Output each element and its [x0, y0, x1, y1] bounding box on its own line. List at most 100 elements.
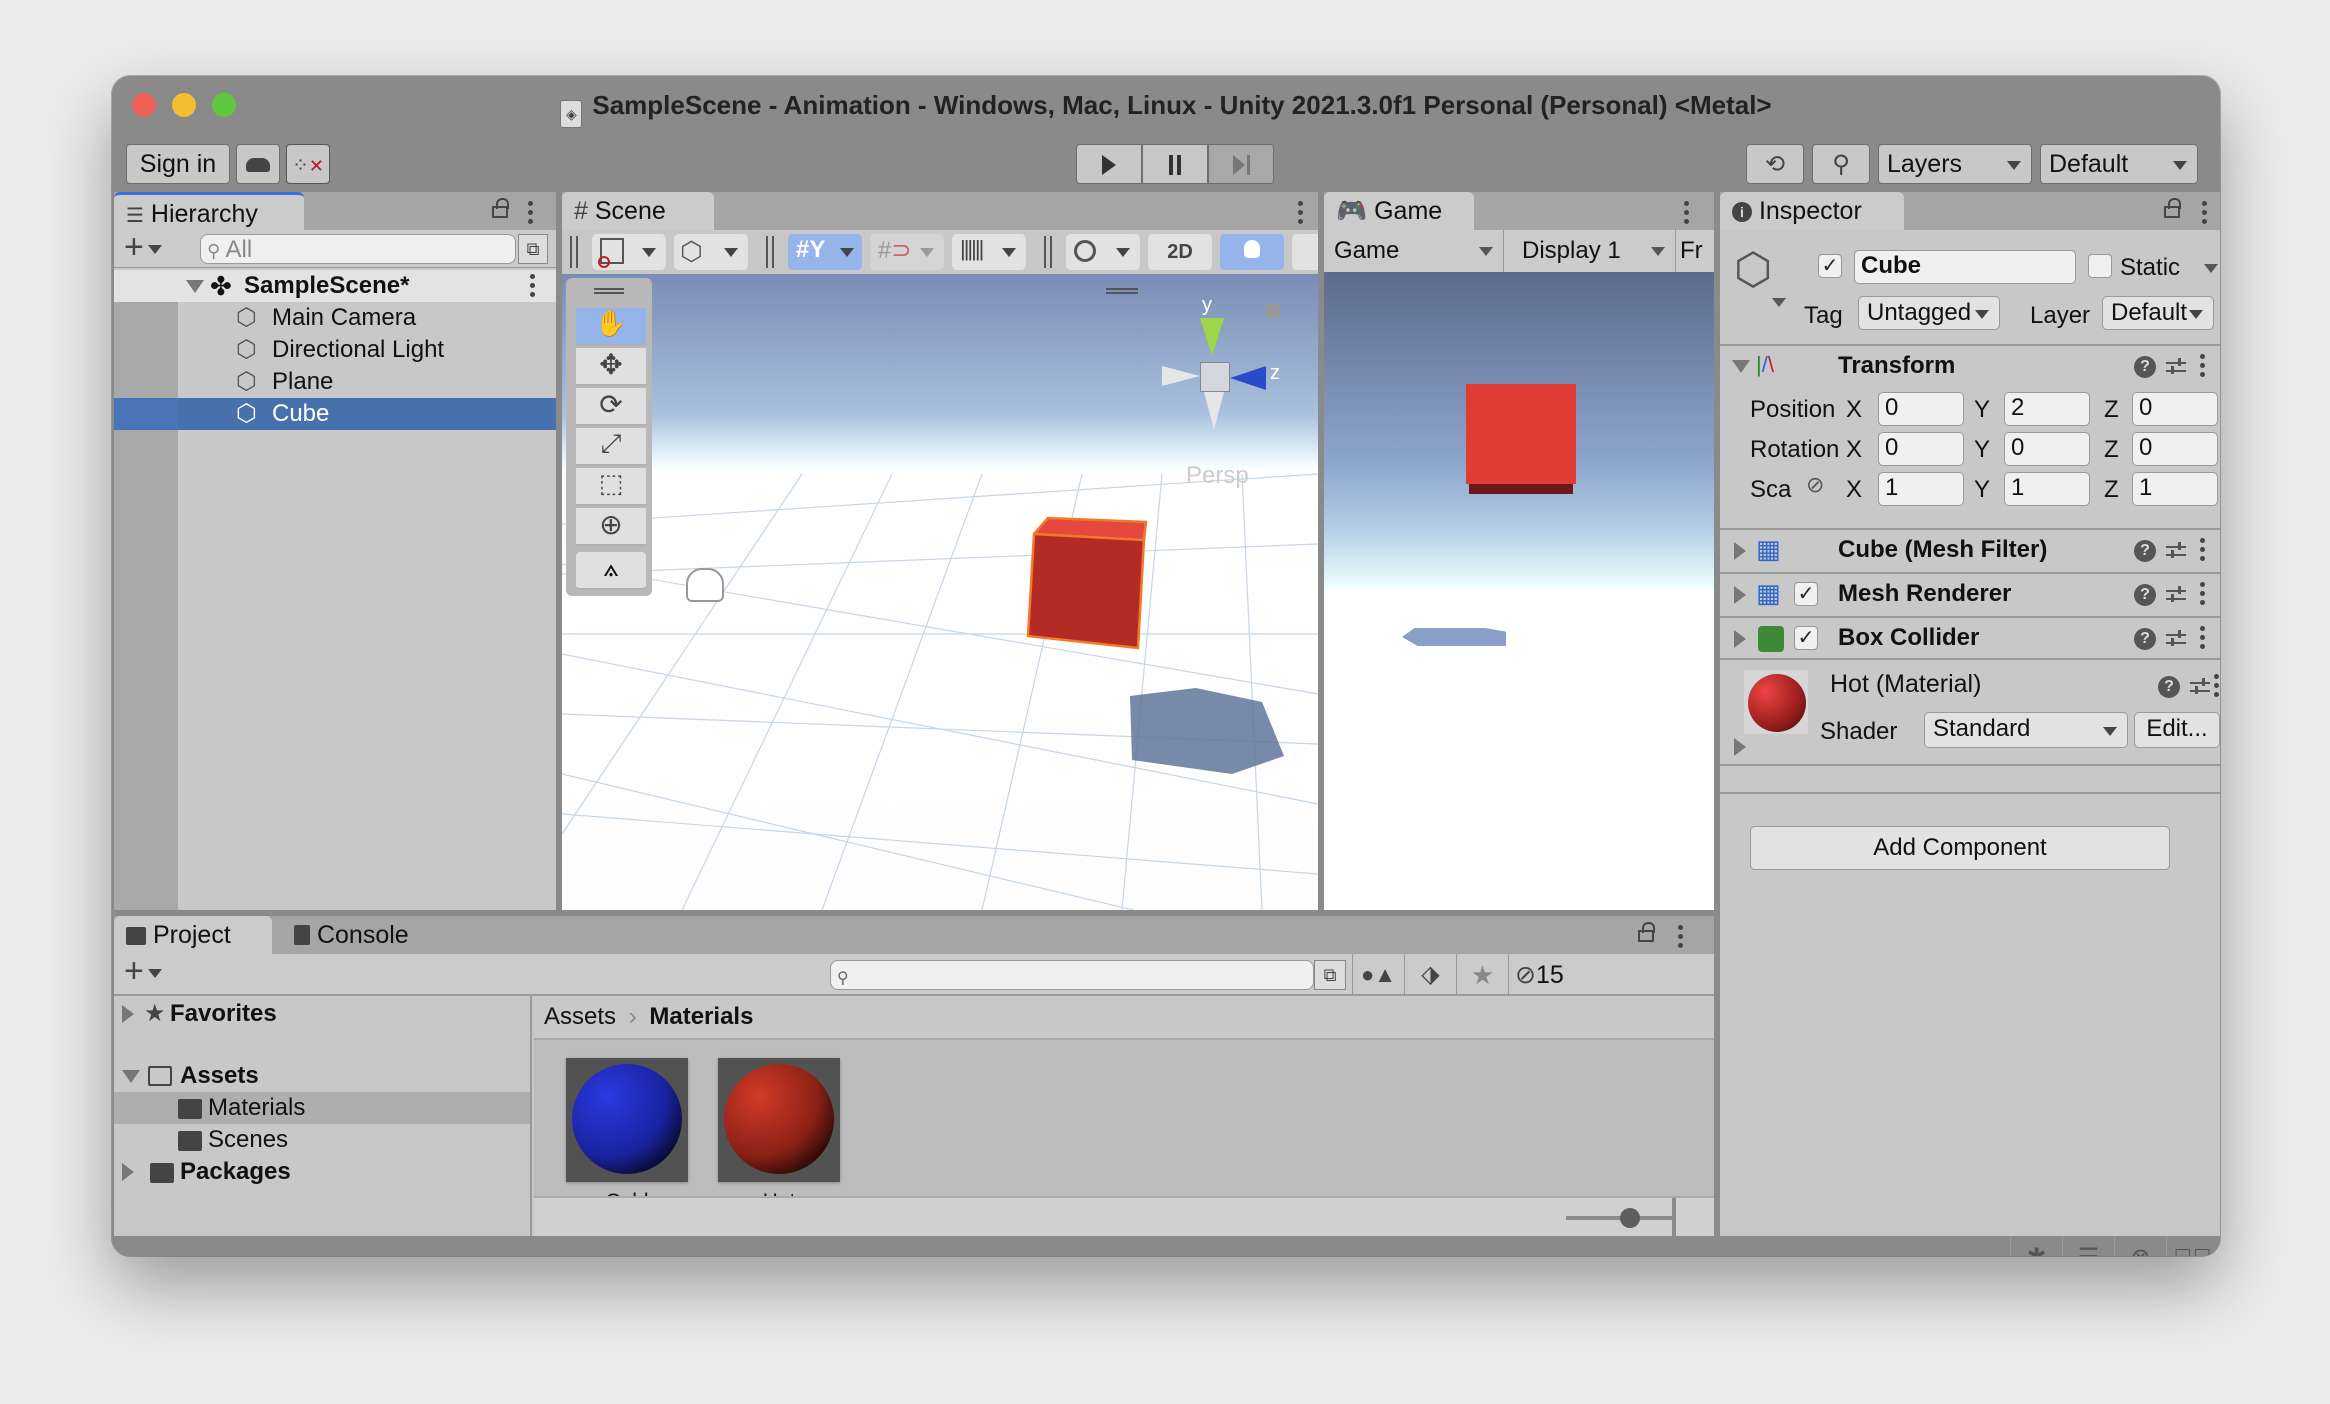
scale-x-input[interactable]: 1	[1878, 472, 1964, 506]
component-more-icon[interactable]	[2200, 626, 2206, 653]
add-component-button[interactable]: Add Component	[1750, 826, 2170, 870]
mesh-renderer-enabled-checkbox[interactable]: ✓	[1794, 582, 1818, 606]
asset-item[interactable]: Cold	[566, 1058, 688, 1213]
hierarchy-item[interactable]: ⬡ Directional Light	[114, 334, 556, 366]
presets-icon[interactable]	[2166, 586, 2186, 604]
expand-arrow-icon[interactable]	[122, 1005, 134, 1023]
scale-tool-button[interactable]: ⤢	[576, 428, 646, 466]
axis-y-label[interactable]: Y	[1974, 436, 1990, 464]
progress-status-button[interactable]: ✓⃝	[2166, 1236, 2218, 1256]
increment-snap-toggle[interactable]: #⊃	[870, 234, 944, 270]
projection-label[interactable]: Persp	[1186, 462, 1249, 490]
gizmo-y-cone[interactable]	[1200, 318, 1224, 356]
axis-z-label[interactable]: Z	[2104, 476, 2119, 504]
material-more-icon[interactable]	[2214, 674, 2220, 701]
help-icon[interactable]: ?	[2134, 356, 2156, 378]
gizmo-x-cone[interactable]	[1162, 366, 1200, 386]
lock-icon[interactable]	[1638, 922, 1655, 942]
transform-tool-button[interactable]: ⊕	[576, 508, 646, 546]
gameobject-icon[interactable]: ⬡	[1734, 244, 1772, 295]
camera-gizmo-icon[interactable]	[686, 568, 724, 602]
breadcrumb-materials[interactable]: Materials	[649, 1003, 753, 1030]
box-collider-enabled-checkbox[interactable]: ✓	[1794, 626, 1818, 650]
axis-y-label[interactable]: Y	[1974, 476, 1990, 504]
cloud-button[interactable]	[236, 144, 280, 184]
more-options-icon[interactable]	[2202, 201, 2208, 228]
thumbnail-size-slider-knob[interactable]	[1619, 1208, 1640, 1228]
material-preview[interactable]	[1744, 670, 1808, 734]
expand-arrow-icon[interactable]	[122, 1163, 134, 1181]
position-x-input[interactable]: 0	[1878, 392, 1964, 426]
scene-header-row[interactable]: ✤ SampleScene*	[114, 270, 556, 302]
hidden-packages-toggle[interactable]: ⊘15	[1508, 954, 1588, 996]
edit-shader-button[interactable]: Edit...	[2134, 712, 2220, 748]
mesh-renderer-header[interactable]: ▦ ✓ Mesh Renderer ?	[1720, 572, 2220, 616]
move-tool-button[interactable]: ✥	[576, 348, 646, 386]
hand-tool-button[interactable]: ✋	[576, 308, 646, 346]
filter-by-label-button[interactable]: ⬗	[1404, 954, 1456, 996]
mesh-filter-header[interactable]: ▦ Cube (Mesh Filter) ?	[1720, 528, 2220, 572]
play-button[interactable]	[1076, 144, 1142, 184]
breadcrumb-assets[interactable]: Assets	[544, 1003, 616, 1030]
hierarchy-item[interactable]: ⬡ Plane	[114, 366, 556, 398]
tool-handle-position-dropdown[interactable]	[592, 234, 666, 270]
presets-icon[interactable]	[2166, 542, 2186, 560]
expand-arrow-icon[interactable]	[1734, 738, 1746, 756]
position-z-input[interactable]: 0	[2132, 392, 2218, 426]
expand-arrow-icon[interactable]	[1734, 630, 1746, 648]
create-asset-button[interactable]: +	[124, 952, 162, 991]
constrain-proportions-icon[interactable]: ⊘	[1806, 472, 1824, 498]
lock-icon[interactable]	[492, 198, 509, 218]
create-button[interactable]: +	[124, 228, 162, 267]
game-view-dropdown[interactable]: Game	[1324, 230, 1504, 272]
axis-z-label[interactable]: Z	[2104, 396, 2119, 424]
tab-console[interactable]: Console	[282, 916, 442, 954]
layers-dropdown[interactable]: Layers	[1878, 144, 2032, 184]
axis-x-label[interactable]: X	[1846, 476, 1862, 504]
tree-item-favorites[interactable]: ★ Favorites	[114, 998, 530, 1030]
audio-toggle[interactable]	[1292, 234, 1318, 270]
axis-x-label[interactable]: X	[1846, 396, 1862, 424]
hierarchy-search-input[interactable]: ⚲ All	[200, 234, 516, 264]
custom-tool-button[interactable]: ⟑	[576, 552, 646, 590]
rect-tool-button[interactable]: ⬚	[576, 468, 646, 506]
hierarchy-item-selected[interactable]: ⬡ Cube	[114, 398, 556, 430]
component-more-icon[interactable]	[2200, 354, 2206, 381]
project-search-input[interactable]: ⚲	[830, 960, 1314, 990]
expand-arrow-icon[interactable]	[1734, 586, 1746, 604]
more-options-icon[interactable]	[528, 201, 534, 228]
presets-icon[interactable]	[2166, 630, 2186, 648]
position-y-input[interactable]: 2	[2004, 392, 2090, 426]
tree-item-scenes[interactable]: Scenes	[114, 1124, 530, 1156]
axis-x-label[interactable]: X	[1846, 436, 1862, 464]
search-by-type-button[interactable]: ⧉	[1314, 960, 1346, 990]
game-viewport[interactable]	[1324, 272, 1714, 910]
asset-item[interactable]: Hot	[718, 1058, 840, 1213]
static-checkbox[interactable]	[2088, 254, 2112, 278]
tag-dropdown[interactable]: Untagged	[1858, 296, 2000, 330]
collapse-arrow-icon[interactable]	[122, 1070, 140, 1083]
help-icon[interactable]: ?	[2134, 628, 2156, 650]
gizmo-lock-icon[interactable]	[1266, 304, 1280, 318]
layout-dropdown[interactable]: Default	[2040, 144, 2198, 184]
hierarchy-item[interactable]: ⬡ Main Camera	[114, 302, 556, 334]
grid-snapping-toggle[interactable]: #Y	[788, 234, 862, 270]
cache-server-button[interactable]: ☰	[2062, 1236, 2114, 1256]
aspect-dropdown[interactable]: Fr	[1680, 230, 1714, 272]
layer-dropdown[interactable]: Default	[2102, 296, 2214, 330]
presets-icon[interactable]	[2190, 678, 2210, 696]
rotate-tool-button[interactable]: ⟳	[576, 388, 646, 426]
favorites-filter-button[interactable]: ★	[1456, 954, 1508, 996]
tab-hierarchy[interactable]: ☰ Hierarchy	[114, 192, 304, 230]
axis-y-label[interactable]: Y	[1974, 396, 1990, 424]
grid-visibility-dropdown[interactable]: ||||||	[952, 234, 1026, 270]
undo-history-button[interactable]: ⟲	[1746, 144, 1804, 184]
overlay-grip[interactable]	[594, 288, 624, 294]
lock-icon[interactable]	[2164, 198, 2181, 218]
shader-dropdown[interactable]: Standard	[1924, 712, 2128, 748]
component-more-icon[interactable]	[2200, 538, 2206, 565]
transform-header[interactable]: |/\ Transform ?	[1720, 344, 2220, 386]
rotation-z-input[interactable]: 0	[2132, 432, 2218, 466]
scene-lighting-toggle[interactable]	[1220, 234, 1284, 270]
gizmo-center-cube[interactable]	[1200, 362, 1230, 392]
